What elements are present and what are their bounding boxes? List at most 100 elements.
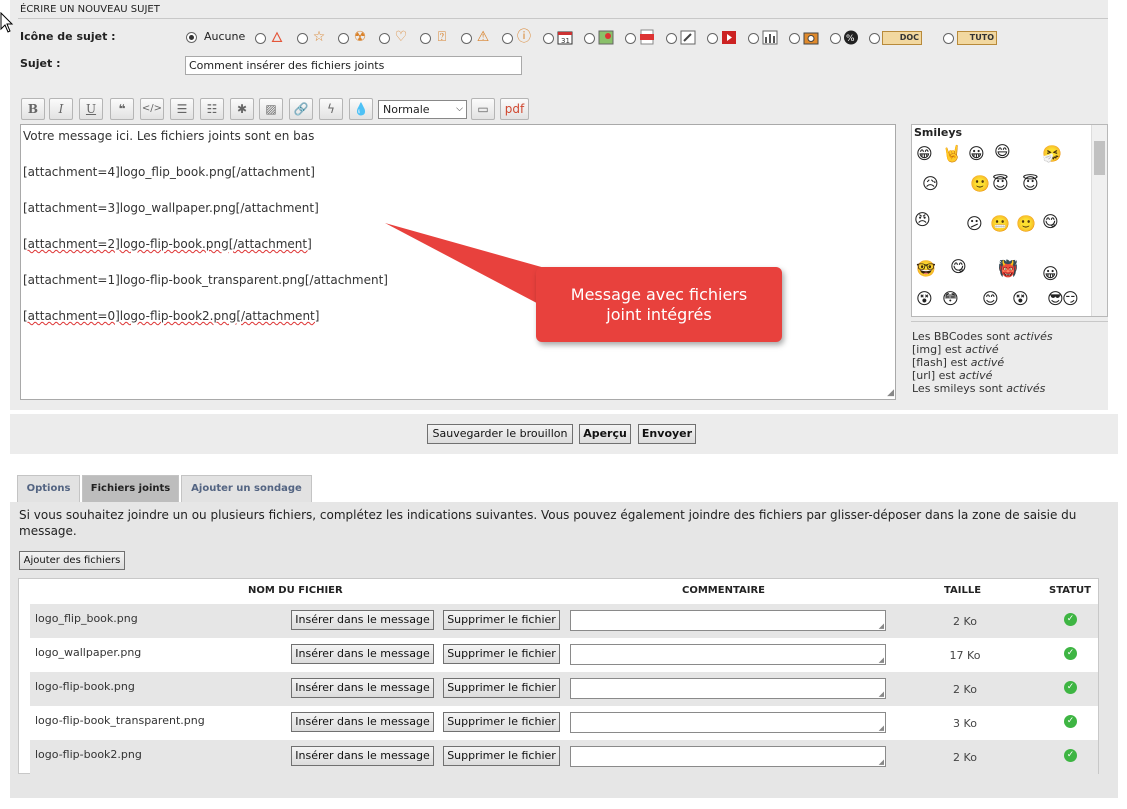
smiley-icon[interactable]: 🙂 (1016, 215, 1036, 233)
insert-in-message-button[interactable]: Insérer dans le message (291, 746, 434, 766)
topic-icon-radio-map[interactable] (584, 33, 595, 44)
topic-icon-radio-warning[interactable] (461, 33, 472, 44)
quote-button[interactable]: ❝ (110, 98, 134, 120)
smileys-scrollbar[interactable] (1091, 125, 1107, 316)
topic-icon-radio-flame[interactable] (255, 33, 266, 44)
topic-icon-radio-question[interactable] (420, 33, 431, 44)
smiley-icon[interactable]: 😋 (1042, 213, 1059, 231)
smiley-icon[interactable]: 😀 (968, 145, 985, 163)
code-button[interactable]: </> (140, 98, 164, 120)
bold-button[interactable]: B (21, 98, 45, 120)
smiley-icon[interactable]: 🙂 (970, 175, 990, 193)
resize-handle-icon[interactable]: ◢ (879, 758, 884, 766)
smiley-icon[interactable]: 😵 (916, 290, 933, 308)
resize-handle-icon[interactable]: ◢ (879, 724, 884, 732)
resize-handle-icon[interactable]: ◢ (887, 388, 894, 398)
pdf-button[interactable]: pdf (500, 98, 529, 120)
url-status: [url] est activé (912, 369, 993, 382)
smiley-icon[interactable]: 😬 (990, 215, 1010, 233)
smileys-status: Les smileys sont activés (912, 382, 1046, 395)
topic-icon-radio-chart[interactable] (748, 33, 759, 44)
underline-button[interactable]: U (79, 98, 103, 120)
smiley-icon[interactable]: 😊 (982, 290, 999, 308)
smiley-icon[interactable]: 😕 (966, 215, 983, 233)
insert-in-message-button[interactable]: Insérer dans le message (291, 644, 434, 664)
smiley-icon[interactable]: 👹 (998, 260, 1018, 278)
smiley-icon[interactable]: 🤘 (942, 145, 962, 163)
send-button[interactable]: Envoyer (638, 424, 696, 444)
monitor-button[interactable]: ▭ (471, 98, 495, 120)
smiley-icon[interactable]: 😀 (1042, 265, 1059, 283)
topic-icon-radio-camera[interactable] (789, 33, 800, 44)
delete-file-button[interactable]: Supprimer le fichier (443, 644, 560, 664)
color-button[interactable]: 💧 (349, 98, 373, 120)
topic-icon-radio-pdf[interactable] (625, 33, 636, 44)
save-draft-button[interactable]: Sauvegarder le brouillon (427, 424, 573, 444)
topic-icon-radio-link[interactable] (666, 33, 677, 44)
tab-poll[interactable]: Ajouter un sondage (181, 475, 312, 502)
chevron-down-icon: ⌵ (456, 104, 463, 114)
smiley-icon[interactable]: 🤓 (916, 260, 936, 278)
italic-button[interactable]: I (49, 98, 73, 120)
file-name: logo-flip-book2.png (35, 748, 142, 761)
url-button[interactable]: 🔗 (289, 98, 313, 120)
doc-icon: DOC (882, 31, 922, 45)
smiley-icon[interactable]: 😳 (942, 290, 959, 308)
numbered-list-button[interactable]: ☷ (200, 98, 224, 120)
comment-input[interactable]: ◢ (570, 644, 886, 665)
comment-input[interactable]: ◢ (570, 678, 886, 699)
insert-in-message-button[interactable]: Insérer dans le message (291, 712, 434, 732)
delete-file-button[interactable]: Supprimer le fichier (443, 610, 560, 630)
smiley-icon[interactable]: 😋 (950, 258, 967, 276)
percent-icon: % (844, 30, 858, 45)
comment-input[interactable]: ◢ (570, 746, 886, 767)
section-title: ÉCRIRE UN NOUVEAU SUJET (20, 4, 160, 15)
status-ok-icon: ✓ (1064, 647, 1077, 660)
scrollbar-thumb[interactable] (1094, 141, 1105, 175)
image-button[interactable]: ▨ (259, 98, 283, 120)
status-ok-icon: ✓ (1064, 715, 1077, 728)
topic-icon-radio-radiation[interactable] (338, 33, 349, 44)
comment-input[interactable]: ◢ (570, 610, 886, 631)
smiley-icon[interactable]: 😇 (992, 175, 1009, 193)
topic-icon-radio-percent[interactable] (830, 33, 841, 44)
topic-icon-radio-info[interactable] (502, 33, 513, 44)
add-files-button[interactable]: Ajouter des fichiers (19, 551, 125, 570)
delete-file-button[interactable]: Supprimer le fichier (443, 746, 560, 766)
topic-icon-radio-video[interactable] (707, 33, 718, 44)
font-size-select[interactable]: Normale ⌵ (378, 100, 467, 119)
topic-icon-radio-calendar[interactable] (543, 33, 554, 44)
smiley-icon[interactable]: 😵 (1012, 290, 1029, 308)
smiley-icon[interactable]: 😠 (914, 211, 931, 229)
topic-icon-radio-heart[interactable] (379, 33, 390, 44)
smiley-icon[interactable]: 😁 (916, 145, 933, 163)
resize-handle-icon[interactable]: ◢ (879, 656, 884, 664)
comment-input[interactable]: ◢ (570, 712, 886, 733)
insert-in-message-button[interactable]: Insérer dans le message (291, 678, 434, 698)
smiley-icon[interactable]: 😥 (922, 175, 939, 193)
smiley-icon[interactable]: 🤧 (1042, 145, 1062, 163)
topic-icon-radio-doc[interactable] (869, 33, 880, 44)
mouse-cursor-icon (0, 12, 14, 33)
smiley-icon[interactable]: 😄 (994, 143, 1011, 161)
smiley-icon[interactable]: 😏 (1062, 290, 1079, 308)
delete-file-button[interactable]: Supprimer le fichier (443, 712, 560, 732)
tab-options[interactable]: Options (17, 475, 80, 502)
delete-file-button[interactable]: Supprimer le fichier (443, 678, 560, 698)
divider (911, 321, 1108, 322)
preview-button[interactable]: Aperçu (579, 424, 631, 444)
calendar-icon: 31 (557, 31, 573, 45)
topic-icon-radio-none[interactable] (186, 32, 197, 43)
subject-input[interactable]: Comment insérer des fichiers joints (185, 56, 522, 75)
smiley-icon[interactable]: 😇 (1022, 175, 1039, 193)
asterisk-button[interactable]: ✱ (230, 98, 254, 120)
resize-handle-icon[interactable]: ◢ (879, 622, 884, 630)
topic-icon-radio-star[interactable] (297, 33, 308, 44)
tab-attachments[interactable]: Fichiers joints (82, 475, 179, 502)
list-button[interactable]: ☰ (170, 98, 194, 120)
insert-in-message-button[interactable]: Insérer dans le message (291, 610, 434, 630)
topic-icon-radio-tuto[interactable] (943, 33, 954, 44)
status-ok-icon: ✓ (1064, 749, 1077, 762)
flash-button[interactable]: ϟ (319, 98, 343, 120)
resize-handle-icon[interactable]: ◢ (879, 690, 884, 698)
